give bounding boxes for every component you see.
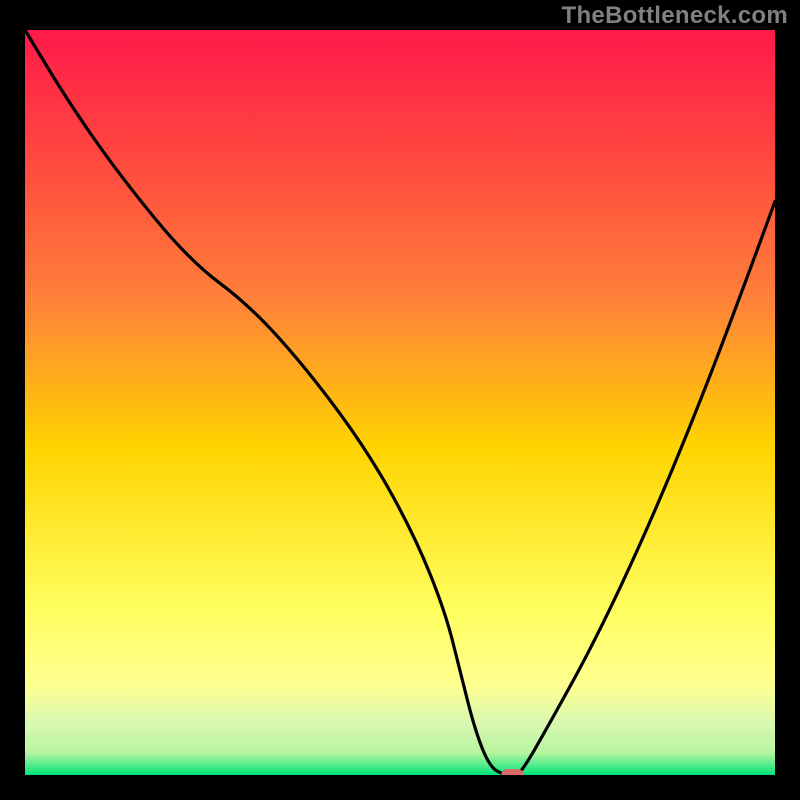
gradient-background: [25, 30, 775, 775]
optimal-marker: [501, 769, 524, 775]
plot-area: [25, 30, 775, 775]
watermark-label: TheBottleneck.com: [562, 2, 788, 30]
chart-svg: [25, 30, 775, 775]
chart-container: TheBottleneck.com: [0, 0, 800, 800]
